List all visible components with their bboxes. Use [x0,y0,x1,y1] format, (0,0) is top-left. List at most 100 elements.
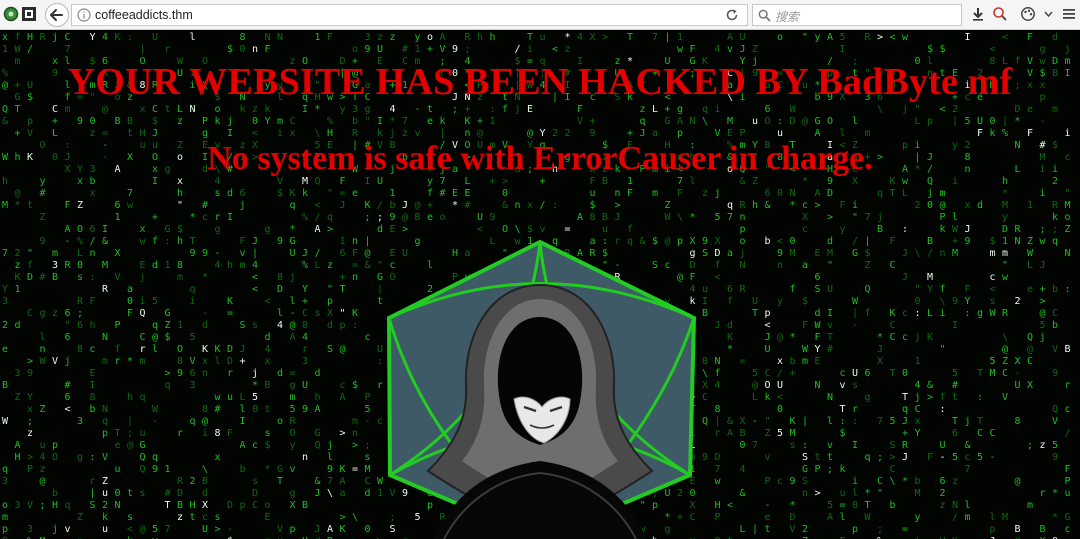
rain-glyph: | [1002,116,1008,127]
rain-glyph: E [390,224,396,235]
rain-glyph: + [427,200,433,211]
rain-glyph: m [1052,104,1058,115]
rain-glyph: c [990,272,996,283]
rain-glyph: r [377,380,383,391]
zoom-icon[interactable] [992,6,1008,22]
rain-glyph: $ [527,224,533,235]
chevron-down-icon[interactable] [1044,11,1053,18]
rain-glyph: 3 [15,500,21,511]
rain-glyph: W [802,344,809,355]
rain-glyph: J [740,44,746,55]
rain-glyph: r [177,428,183,439]
rain-glyph: g [265,224,271,235]
rain-glyph: < [477,224,483,235]
rain-glyph: X [715,236,721,247]
rain-glyph: b [90,404,96,415]
rain-glyph: 7 [752,440,758,451]
rain-glyph: " [802,32,808,43]
site-icon[interactable] [21,6,37,22]
hacked-headline: YOUR WEBSITE HAS BEEN HACKED BY BadByte … [67,61,1013,103]
rain-glyph: h [477,32,483,43]
rain-glyph: 0 [990,116,996,127]
menu-icon[interactable] [1062,7,1076,21]
rain-glyph: c [202,212,208,223]
rain-glyph: d [977,200,983,211]
rain-glyph: > [815,488,821,499]
rain-glyph: j [390,128,396,139]
rain-glyph: f [27,260,33,271]
rain-glyph: + [340,272,346,283]
rain-glyph: $ [265,440,271,451]
rain-glyph: s [140,488,146,499]
rain-glyph: X [740,416,746,427]
rain-glyph: G [852,248,858,259]
rain-glyph: q [327,212,333,223]
palette-icon[interactable] [1020,6,1036,22]
rain-glyph: R [1052,200,1059,211]
rain-glyph: w [140,236,147,247]
rain-glyph: 4 [577,32,583,43]
rain-glyph: & [365,260,371,271]
rain-glyph: T [840,404,846,415]
rain-glyph: \ [702,116,708,127]
address-bar[interactable]: coffeeaddicts.thm [71,4,748,26]
rain-glyph: L [927,308,933,319]
rain-glyph: B [927,236,933,247]
rain-glyph: 9 [590,128,596,139]
rain-glyph: L [52,128,58,139]
rain-glyph: - [1040,116,1046,127]
rain-glyph: I [702,296,708,307]
rain-glyph: q [140,392,146,403]
rain-glyph: r [215,212,221,223]
rain-glyph: 4 [740,464,746,475]
rain-glyph: / [315,248,321,259]
rain-glyph: r [140,344,146,355]
rain-glyph: $ [352,380,358,391]
rain-glyph: j [240,200,246,211]
rain-glyph: | [865,236,871,247]
rain-glyph: " [827,260,833,271]
rain-glyph: 5 [152,296,158,307]
rain-glyph: 6 [765,188,771,199]
search-input[interactable]: 搜索 [752,4,962,26]
rain-glyph: M [827,248,833,259]
rain-glyph: @ [15,188,21,199]
rain-glyph: C [877,476,883,487]
rain-glyph: A [577,212,583,223]
rain-glyph: 6 [952,428,958,439]
rain-glyph: O [177,344,183,355]
rain-glyph: & [740,488,746,499]
rain-glyph: > [402,224,408,235]
rain-glyph: H [52,500,58,511]
rain-glyph: V [27,128,33,139]
back-button[interactable] [45,3,69,27]
rain-glyph: G [377,272,383,283]
rain-glyph: | [140,44,146,55]
rain-glyph: e [2,344,8,355]
rain-glyph: > [340,512,346,523]
rain-glyph: y [815,32,821,43]
rain-glyph: o [777,32,783,43]
rain-glyph: 7 [65,44,71,55]
rain-glyph: 5 [365,404,371,415]
rain-glyph: b [52,488,58,499]
rain-glyph: R [465,32,472,43]
info-icon[interactable] [77,8,91,22]
rain-glyph: A [827,32,833,43]
rain-glyph: > [877,32,883,43]
rain-glyph: l [240,404,246,415]
rain-glyph: m [352,416,358,427]
rain-glyph: f [152,236,158,247]
rain-glyph: J [1040,260,1046,271]
rain-glyph: e [427,212,433,223]
rain-glyph: $ [865,248,871,259]
rain-glyph: G [140,440,146,451]
reload-icon[interactable] [725,8,739,22]
rain-glyph: A [815,128,821,139]
download-icon[interactable] [970,6,986,22]
rain-glyph: q [290,200,296,211]
rain-glyph: n [802,488,808,499]
rain-glyph: 1 [177,320,183,331]
rain-glyph: : [352,320,358,331]
rain-glyph: f [727,296,733,307]
